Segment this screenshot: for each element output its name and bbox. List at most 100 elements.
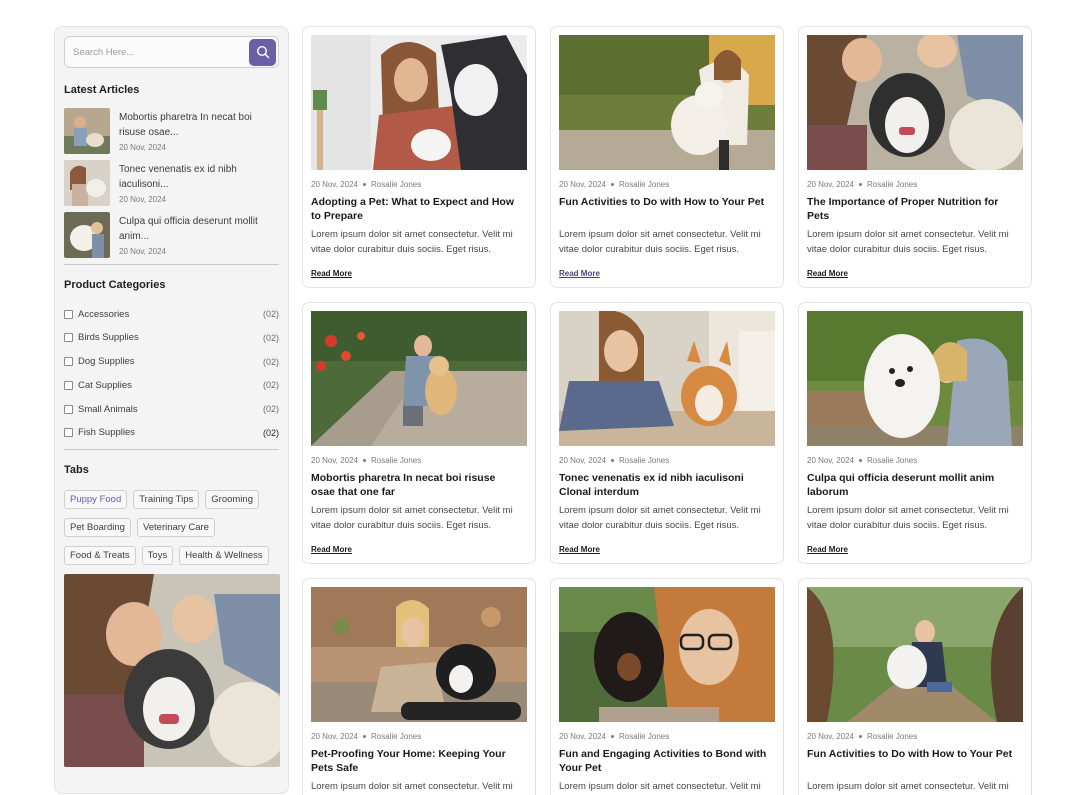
latest-articles-title: Latest Articles bbox=[64, 84, 140, 96]
read-more-link[interactable]: Read More bbox=[559, 545, 600, 554]
post-title[interactable]: The Importance of Proper Nutrition for P… bbox=[807, 195, 1017, 223]
post-title[interactable]: Mobortis pharetra In necat boi risuse os… bbox=[311, 471, 521, 499]
blog-card-image[interactable] bbox=[311, 587, 527, 722]
category-checkbox[interactable] bbox=[64, 357, 73, 367]
post-author[interactable]: Rosalie Jones bbox=[371, 456, 421, 465]
category-count: (02) bbox=[262, 427, 279, 438]
category-item[interactable]: Dog Supplies (02) bbox=[64, 354, 279, 370]
latest-article-item[interactable]: Mobortis pharetra In necat boi risuse os… bbox=[64, 108, 279, 154]
tabs-title: Tabs bbox=[64, 463, 89, 476]
meta-separator bbox=[363, 183, 366, 186]
blog-card-image[interactable] bbox=[807, 35, 1023, 170]
category-item[interactable]: Cat Supplies (02) bbox=[64, 377, 279, 393]
post-title[interactable]: Fun Activities to Do with How to Your Pe… bbox=[559, 195, 769, 223]
category-count: (02) bbox=[262, 404, 279, 415]
blog-card-image[interactable] bbox=[559, 311, 775, 446]
tag-training-tips[interactable]: Training Tips bbox=[133, 489, 200, 509]
latest-article-date: 20 Nov, 2024 bbox=[119, 247, 166, 256]
post-meta: 20 Nov, 2024 Rosalie Jones bbox=[311, 456, 527, 465]
read-more-link[interactable]: Read More bbox=[311, 545, 352, 554]
category-item[interactable]: Accessories (02) bbox=[64, 306, 279, 322]
post-title[interactable]: Culpa qui officia deserunt mollit anim l… bbox=[807, 471, 1017, 499]
category-checkbox[interactable] bbox=[64, 404, 73, 414]
category-checkbox[interactable] bbox=[64, 428, 73, 438]
blog-card-image[interactable] bbox=[311, 311, 527, 446]
blog-card-image[interactable] bbox=[559, 587, 775, 722]
post-excerpt: Lorem ipsum dolor sit amet consectetur. … bbox=[807, 781, 1009, 792]
post-meta: 20 Nov, 2024 Rosalie Jones bbox=[559, 732, 775, 741]
tag-toys[interactable]: Toys bbox=[141, 545, 174, 565]
post-author[interactable]: Rosalie Jones bbox=[371, 732, 421, 741]
category-item[interactable]: Small Animals (02) bbox=[64, 401, 279, 417]
meta-separator bbox=[611, 183, 614, 186]
category-label[interactable]: Accessories bbox=[78, 309, 263, 320]
category-label[interactable]: Small Animals bbox=[78, 404, 263, 415]
blog-card: 20 Nov, 2024 Rosalie Jones Fun Activitie… bbox=[550, 26, 784, 288]
category-label[interactable]: Fish Supplies bbox=[78, 427, 263, 438]
category-list: Accessories (02) Birds Supplies (02) Dog… bbox=[64, 306, 279, 441]
post-author[interactable]: Rosalie Jones bbox=[867, 180, 917, 189]
search-button[interactable] bbox=[249, 38, 276, 66]
read-more-link[interactable]: Read More bbox=[807, 545, 848, 554]
article-thumbnail[interactable] bbox=[64, 212, 110, 258]
category-checkbox[interactable] bbox=[64, 380, 73, 390]
latest-article-item[interactable]: Tonec venenatis ex id nibh iaculisoni...… bbox=[64, 160, 279, 206]
sidebar-banner-image[interactable] bbox=[64, 573, 280, 767]
post-excerpt: Lorem ipsum dolor sit amet consectetur. … bbox=[559, 505, 761, 531]
tag-pet-boarding[interactable]: Pet Boarding bbox=[64, 517, 131, 537]
post-author[interactable]: Rosalie Jones bbox=[371, 180, 421, 189]
tag-health-wellness[interactable]: Health & Wellness bbox=[179, 545, 269, 565]
category-checkbox[interactable] bbox=[64, 309, 73, 319]
category-label[interactable]: Birds Supplies bbox=[78, 332, 263, 343]
post-title[interactable]: Fun and Engaging Activities to Bond with… bbox=[559, 747, 769, 775]
category-item[interactable]: Fish Supplies (02) bbox=[64, 425, 279, 441]
post-excerpt: Lorem ipsum dolor sit amet consectetur. … bbox=[807, 229, 1009, 255]
post-author[interactable]: Rosalie Jones bbox=[867, 456, 917, 465]
category-label[interactable]: Cat Supplies bbox=[78, 380, 263, 391]
meta-separator bbox=[611, 735, 614, 738]
article-thumbnail[interactable] bbox=[64, 160, 110, 206]
post-date: 20 Nov, 2024 bbox=[559, 456, 606, 465]
search-input[interactable] bbox=[73, 46, 243, 58]
tag-grooming[interactable]: Grooming bbox=[205, 489, 259, 509]
read-more-link[interactable]: Read More bbox=[807, 269, 848, 278]
latest-article-title[interactable]: Culpa qui officia deserunt mollit anim..… bbox=[119, 214, 269, 244]
post-title[interactable]: Fun Activities to Do with How to Your Pe… bbox=[807, 747, 1017, 775]
post-author[interactable]: Rosalie Jones bbox=[619, 180, 669, 189]
meta-separator bbox=[363, 735, 366, 738]
post-author[interactable]: Rosalie Jones bbox=[867, 732, 917, 741]
blog-card-image[interactable] bbox=[559, 35, 775, 170]
post-title[interactable]: Adopting a Pet: What to Expect and How t… bbox=[311, 195, 521, 223]
post-date: 20 Nov, 2024 bbox=[807, 732, 854, 741]
read-more-link[interactable]: Read More bbox=[559, 269, 600, 278]
category-item[interactable]: Birds Supplies (02) bbox=[64, 330, 279, 346]
latest-article-item[interactable]: Culpa qui officia deserunt mollit anim..… bbox=[64, 212, 279, 258]
search-icon bbox=[256, 45, 269, 59]
post-excerpt: Lorem ipsum dolor sit amet consectetur. … bbox=[807, 505, 1009, 531]
tag-cloud: Puppy Food Training Tips Grooming Pet Bo… bbox=[64, 489, 284, 574]
latest-article-title[interactable]: Tonec venenatis ex id nibh iaculisoni... bbox=[119, 162, 269, 192]
post-title[interactable]: Tonec venenatis ex id nibh iaculisoni Cl… bbox=[559, 471, 769, 499]
post-date: 20 Nov, 2024 bbox=[311, 180, 358, 189]
post-excerpt: Lorem ipsum dolor sit amet consectetur. … bbox=[311, 505, 513, 531]
meta-separator bbox=[859, 735, 862, 738]
post-author[interactable]: Rosalie Jones bbox=[619, 456, 669, 465]
blog-card-image[interactable] bbox=[807, 311, 1023, 446]
latest-articles-list: Mobortis pharetra In necat boi risuse os… bbox=[64, 108, 279, 258]
tag-food-treats[interactable]: Food & Treats bbox=[64, 545, 136, 565]
post-date: 20 Nov, 2024 bbox=[807, 180, 854, 189]
post-date: 20 Nov, 2024 bbox=[311, 456, 358, 465]
post-author[interactable]: Rosalie Jones bbox=[619, 732, 669, 741]
tag-puppy-food[interactable]: Puppy Food bbox=[64, 489, 128, 509]
category-checkbox[interactable] bbox=[64, 333, 73, 343]
post-excerpt: Lorem ipsum dolor sit amet consectetur. … bbox=[559, 229, 761, 255]
category-label[interactable]: Dog Supplies bbox=[78, 356, 263, 367]
article-thumbnail[interactable] bbox=[64, 108, 110, 154]
read-more-link[interactable]: Read More bbox=[311, 269, 352, 278]
blog-card-image[interactable] bbox=[807, 587, 1023, 722]
blog-card-image[interactable] bbox=[311, 35, 527, 170]
post-title[interactable]: Pet-Proofing Your Home: Keeping Your Pet… bbox=[311, 747, 521, 775]
blog-card: 20 Nov, 2024 Rosalie Jones Fun and Engag… bbox=[550, 578, 784, 795]
tag-veterinary-care[interactable]: Veterinary Care bbox=[136, 517, 215, 537]
latest-article-title[interactable]: Mobortis pharetra In necat boi risuse os… bbox=[119, 110, 269, 140]
